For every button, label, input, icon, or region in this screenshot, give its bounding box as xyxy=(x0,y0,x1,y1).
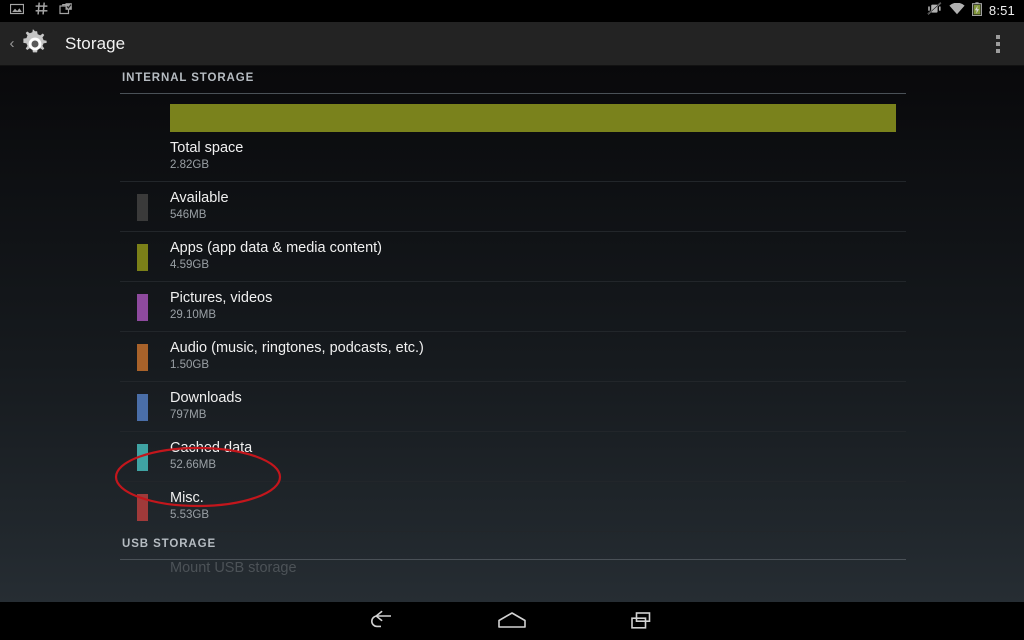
list-item-value: 5.53GB xyxy=(170,509,209,521)
section-header-usb-storage: USB STORAGE xyxy=(120,532,906,554)
list-item[interactable]: Available 546MB xyxy=(120,182,906,232)
list-item-value: 797MB xyxy=(170,409,207,421)
section-header-label: INTERNAL STORAGE xyxy=(122,72,255,84)
list-item[interactable]: Audio (music, ringtones, podcasts, etc.)… xyxy=(120,332,906,382)
list-item[interactable]: Misc. 5.53GB xyxy=(120,482,906,532)
list-item[interactable]: Downloads 797MB xyxy=(120,382,906,432)
list-item-title: Audio (music, ringtones, podcasts, etc.) xyxy=(170,340,424,356)
list-item-title: Misc. xyxy=(170,490,204,506)
list-item-title: Mount USB storage xyxy=(170,560,297,576)
vibrate-off-icon xyxy=(927,2,942,20)
section-header-label: USB STORAGE xyxy=(122,538,217,550)
list-item-value: 52.66MB xyxy=(170,459,217,471)
storage-usage-bar xyxy=(170,104,896,132)
list-item-value: 546MB xyxy=(170,209,207,221)
list-item-title: Total space xyxy=(170,140,244,156)
overflow-menu-icon[interactable] xyxy=(978,24,1018,64)
list-item-title: Available xyxy=(170,190,229,206)
home-icon[interactable] xyxy=(447,602,577,640)
hash-icon xyxy=(35,2,48,20)
color-swatch xyxy=(137,494,148,521)
list-item[interactable]: Apps (app data & media content) 4.59GB xyxy=(120,232,906,282)
back-icon[interactable] xyxy=(317,602,447,640)
status-bar-clock: 8:51 xyxy=(988,3,1015,18)
battery-charging-icon xyxy=(971,1,982,21)
page-title: Storage xyxy=(65,33,126,53)
list-item-title: Cached data xyxy=(170,440,253,456)
section-divider xyxy=(120,93,906,94)
color-swatch xyxy=(137,394,148,421)
recents-icon[interactable] xyxy=(577,602,707,640)
list-item-mount-usb-storage[interactable]: Mount USB storage xyxy=(120,560,906,590)
list-item-value: 4.59GB xyxy=(170,259,209,271)
storage-list: INTERNAL STORAGE Total space 2.82GB Avai… xyxy=(0,66,1024,590)
action-bar: ‹ Storage xyxy=(0,22,1024,66)
color-swatch xyxy=(137,244,148,271)
list-item-cached-data[interactable]: Cached data 52.66MB xyxy=(120,432,906,482)
list-item-value: 2.82GB xyxy=(170,159,209,171)
storage-usage-bar-row xyxy=(0,104,1024,132)
status-bar: 8:51 xyxy=(0,0,1024,22)
navigation-bar xyxy=(0,602,1024,640)
list-item[interactable]: Total space 2.82GB xyxy=(120,132,906,182)
storage-list-scroll[interactable]: INTERNAL STORAGE Total space 2.82GB Avai… xyxy=(0,66,1024,602)
list-item-value: 1.50GB xyxy=(170,359,209,371)
status-bar-notifications xyxy=(9,2,73,20)
list-item-title: Pictures, videos xyxy=(170,290,273,306)
status-bar-system-icons: 8:51 xyxy=(927,1,1015,21)
list-item-title: Downloads xyxy=(170,390,242,406)
color-swatch xyxy=(137,444,148,471)
wifi-icon xyxy=(949,2,965,20)
list-item-title: Apps (app data & media content) xyxy=(170,240,382,256)
screenshot-icon xyxy=(9,2,25,20)
color-swatch xyxy=(137,294,148,321)
list-item[interactable]: Pictures, videos 29.10MB xyxy=(120,282,906,332)
color-swatch xyxy=(137,194,148,221)
section-header-internal-storage: INTERNAL STORAGE xyxy=(120,66,906,88)
settings-gear-icon[interactable] xyxy=(17,26,53,62)
briefcase-icon xyxy=(59,2,73,20)
android-storage-settings-screen: 8:51 ‹ Storage INTERNAL STORAGE Total sp… xyxy=(0,0,1024,640)
color-swatch xyxy=(137,344,148,371)
list-item-value: 29.10MB xyxy=(170,309,217,321)
